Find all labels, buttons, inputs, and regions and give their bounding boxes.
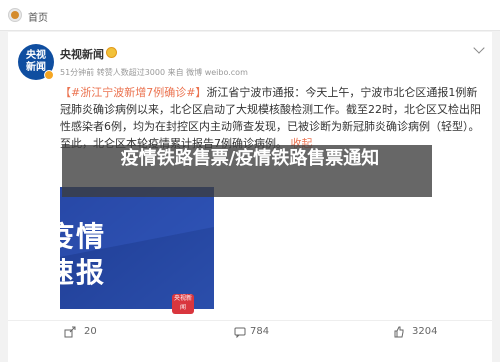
top-bar: 首页 [0, 0, 500, 31]
share-count[interactable]: 20 [84, 326, 97, 337]
post-card: 央视 新闻 央视新闻 51分钟前 转赞人数超过3000 来自 微博 weibo.… [8, 32, 492, 362]
image-title-line-2: 速报 [46, 256, 107, 289]
home-link[interactable]: 首页 [28, 9, 48, 24]
avatar-text-1: 央视 [26, 50, 46, 61]
author-name[interactable]: 央视新闻 [60, 46, 104, 62]
comment-count[interactable]: 784 [250, 326, 269, 337]
topic-tag[interactable]: 【#浙江宁波新增7例确诊#】 [60, 86, 206, 99]
post-text: 【#浙江宁波新增7例确诊#】浙江省宁波市通报：今天上午，宁波市北仑区通报1例新冠… [60, 84, 484, 152]
vip-badge-icon [106, 47, 117, 58]
like-count[interactable]: 3204 [412, 326, 437, 337]
share-icon[interactable] [64, 326, 76, 338]
verified-badge-icon [44, 70, 54, 80]
image-source-badge: 央视新闻 [172, 294, 194, 314]
comment-icon[interactable] [234, 326, 246, 338]
post-meta: 51分钟前 转赞人数超过3000 来自 微博 weibo.com [60, 68, 248, 77]
image-title-line-1: 疫情 [46, 220, 107, 253]
like-icon[interactable] [393, 326, 405, 338]
weibo-logo-eye-icon [11, 11, 19, 19]
chevron-down-icon[interactable] [473, 42, 485, 54]
overlay-title: 疫情铁路售票/疫情铁路售票通知 [120, 148, 380, 169]
